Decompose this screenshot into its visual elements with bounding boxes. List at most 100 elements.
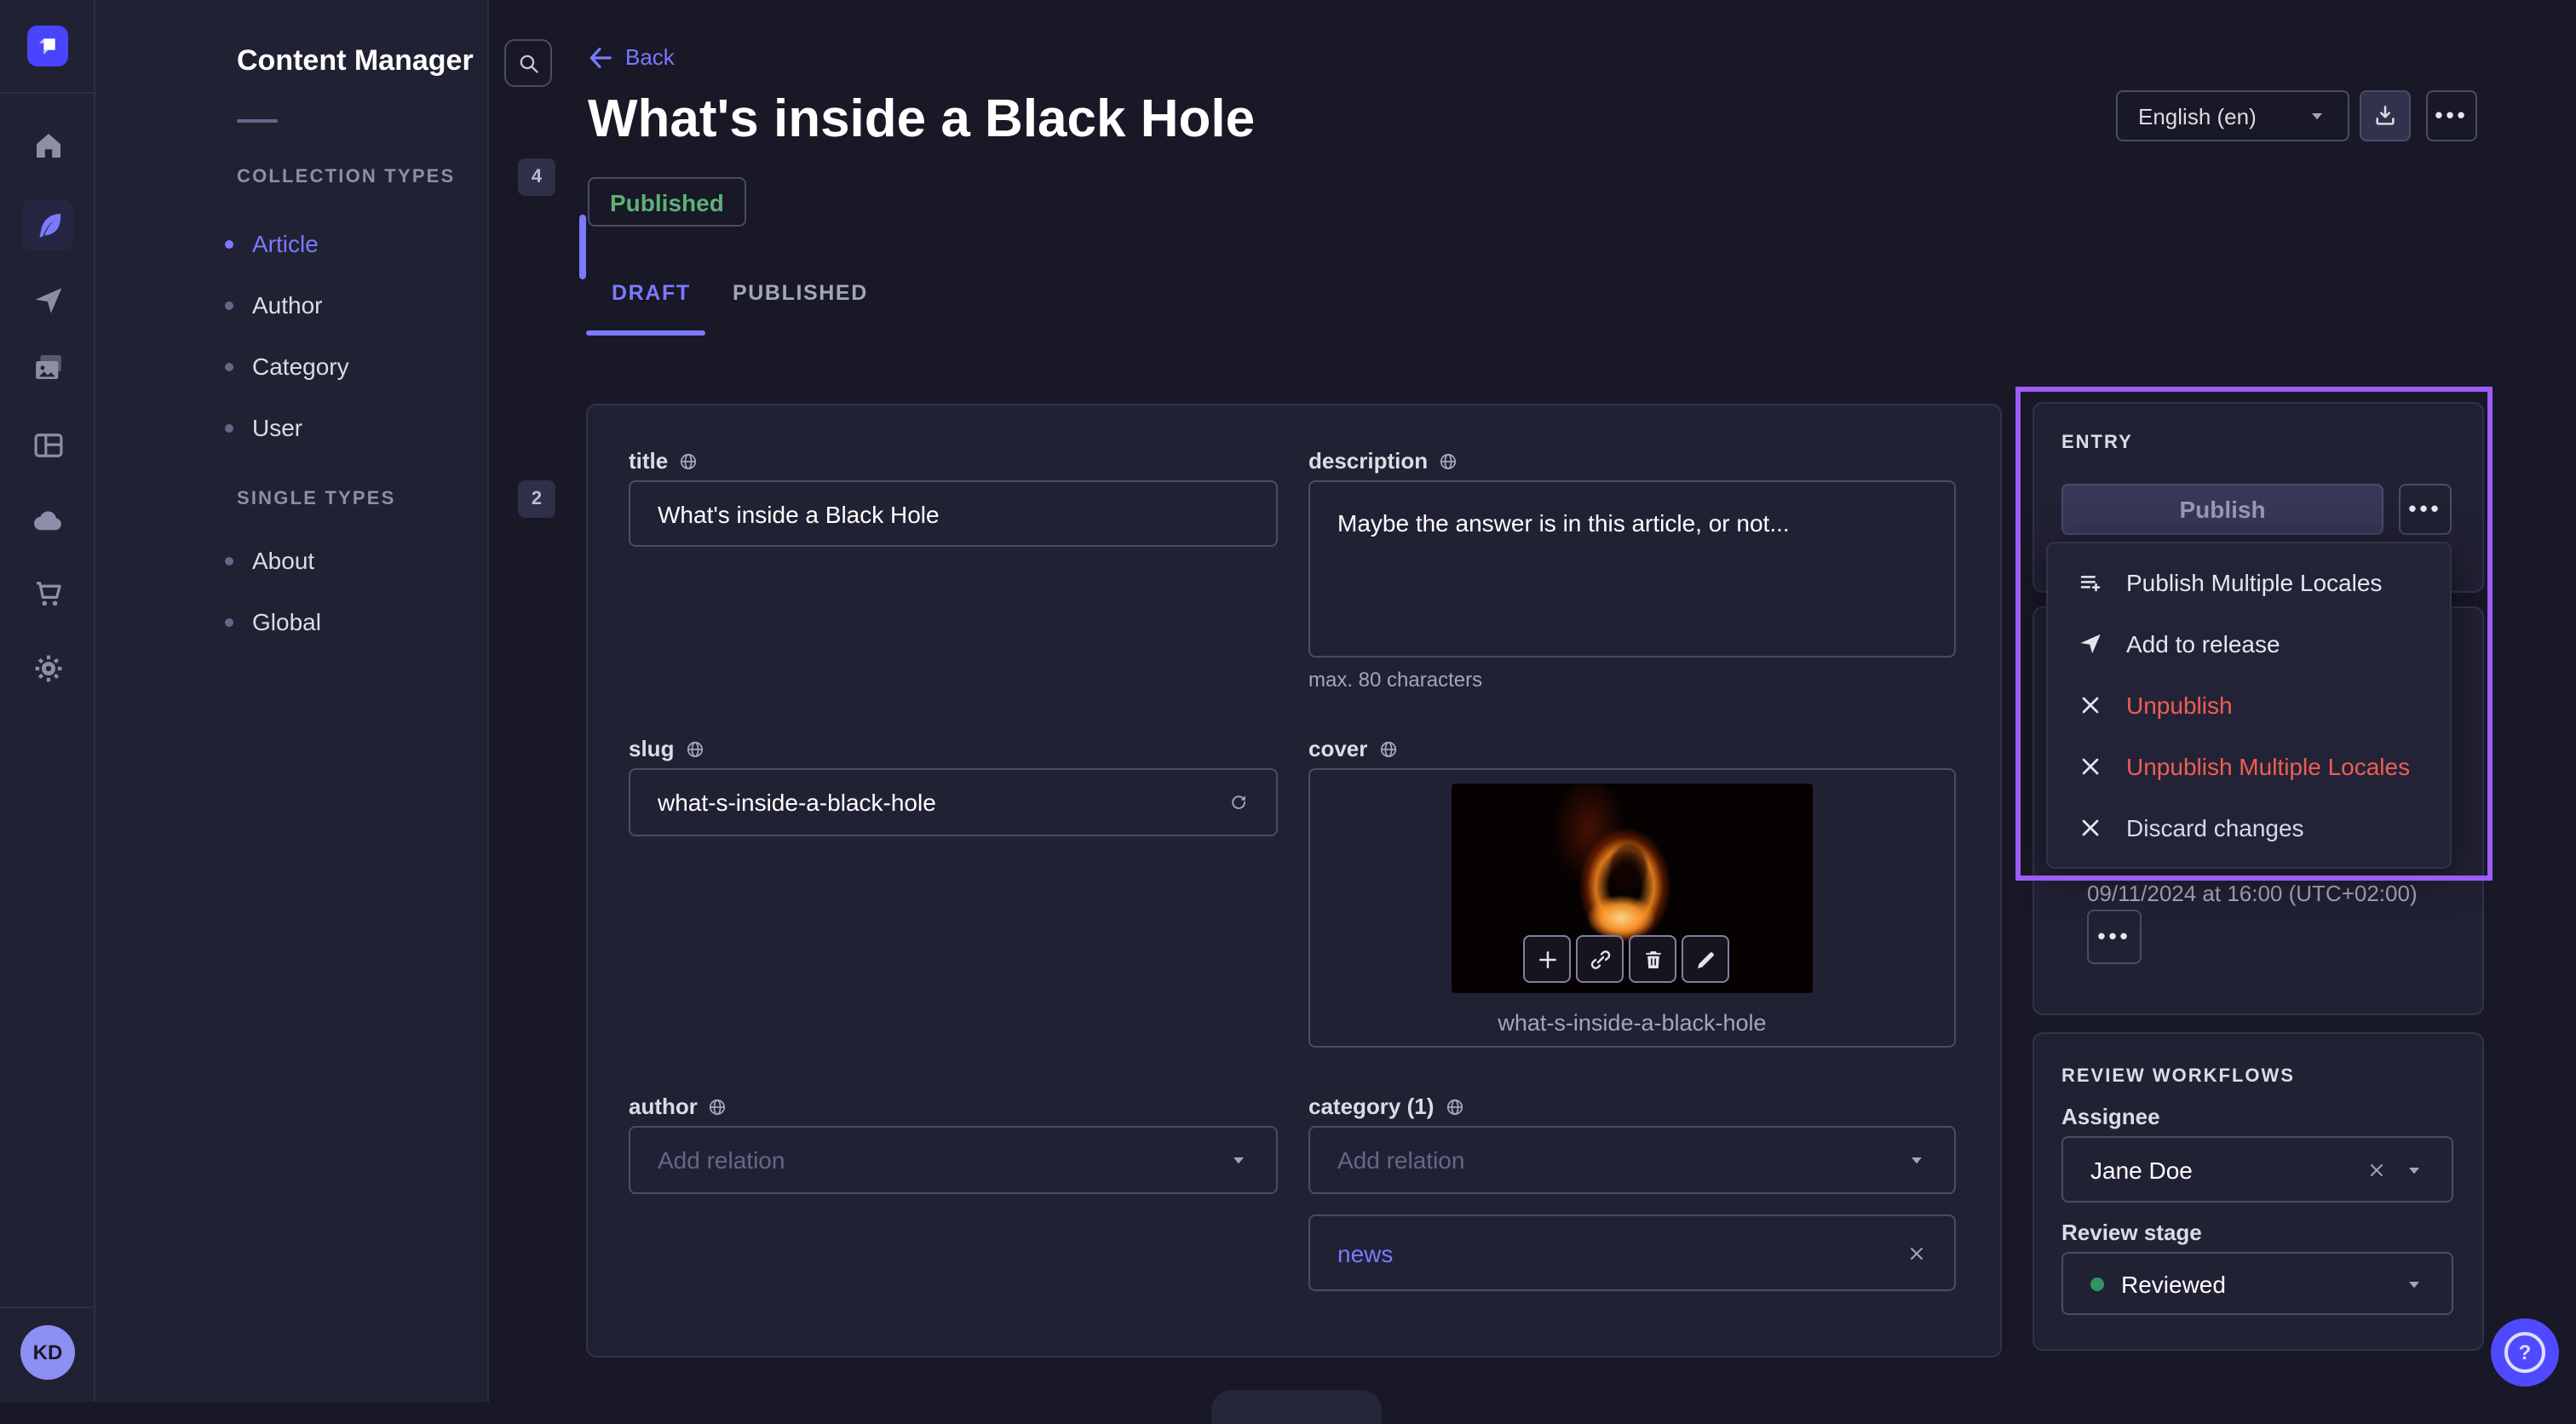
bottom-pill [1211, 1390, 1382, 1424]
sidebar-item-label: Category [252, 353, 349, 380]
download-icon [2372, 102, 2399, 129]
tab-draft[interactable]: DRAFT [612, 276, 691, 310]
menu-item-publish-multiple-locales[interactable]: Publish Multiple Locales [2048, 552, 2450, 613]
category-relation-select[interactable]: Add relation [1308, 1126, 1956, 1194]
information-more-button[interactable]: ••• [2087, 910, 2142, 964]
description-textarea[interactable]: Maybe the answer is in this article, or … [1308, 480, 1956, 657]
stage-status-dot [2090, 1277, 2104, 1290]
cover-field-label: cover [1308, 736, 1398, 761]
copy-link-button[interactable] [1576, 935, 1624, 983]
media-library-icon[interactable] [0, 337, 95, 395]
cover-filename: what-s-inside-a-black-hole [1308, 1010, 1956, 1036]
cross-icon [2077, 753, 2104, 780]
globe-icon [678, 451, 699, 471]
avatar[interactable]: KD [20, 1325, 75, 1380]
category-relation-item: news [1308, 1214, 1956, 1291]
sidebar-item-user[interactable]: User [225, 407, 566, 448]
review-stage-select[interactable]: Reviewed [2061, 1252, 2453, 1315]
status-badge: Published [588, 177, 746, 227]
add-media-button[interactable] [1523, 935, 1571, 983]
marketplace-cart-icon[interactable] [0, 564, 95, 622]
home-icon[interactable] [0, 116, 95, 174]
strapi-logo-icon[interactable] [27, 26, 68, 66]
pencil-icon [1693, 946, 1718, 972]
rail-bottom-divider [0, 1306, 95, 1308]
sidebar-item-category[interactable]: Category [225, 346, 566, 387]
active-tab-underline [586, 330, 705, 336]
author-relation-select[interactable]: Add relation [629, 1126, 1278, 1194]
sidebar-item-label: Global [252, 608, 321, 635]
description-field-label: description [1308, 448, 1458, 474]
delete-media-button[interactable] [1629, 935, 1676, 983]
menu-item-unpublish-multiple-locales[interactable]: Unpublish Multiple Locales [2048, 736, 2450, 797]
sidebar-item-label: Author [252, 291, 323, 319]
sidebar-item-author[interactable]: Author [225, 284, 566, 325]
header-more-button[interactable]: ••• [2426, 90, 2477, 141]
remove-relation-icon[interactable] [1906, 1243, 1927, 1263]
back-link[interactable]: Back [588, 44, 675, 70]
clear-assignee-icon[interactable] [2366, 1159, 2387, 1180]
more-horizontal-icon: ••• [2435, 107, 2468, 124]
search-button[interactable] [504, 39, 552, 87]
globe-icon [1438, 451, 1458, 471]
bullet-icon [225, 423, 233, 432]
relation-link[interactable]: news [1337, 1239, 1393, 1266]
entry-heading: ENTRY [2061, 433, 2133, 453]
menu-item-discard-changes[interactable]: Discard changes [2048, 797, 2450, 858]
entry-actions-menu: Publish Multiple Locales Add to release … [2046, 542, 2452, 869]
question-mark-icon: ? [2504, 1332, 2545, 1373]
releases-paper-plane-icon[interactable] [0, 271, 95, 329]
edit-media-button[interactable] [1682, 935, 1729, 983]
sidebar-item-label: User [252, 414, 302, 441]
export-button[interactable] [2360, 90, 2411, 141]
chevron-down-icon [1906, 1150, 1927, 1170]
tab-published[interactable]: PUBLISHED [733, 276, 868, 310]
menu-item-unpublish[interactable]: Unpublish [2048, 675, 2450, 736]
regenerate-slug-icon[interactable] [1228, 792, 1249, 812]
sidebar-item-article[interactable]: Article [225, 223, 566, 264]
rail-divider [0, 92, 95, 94]
collection-types-count-badge: 4 [518, 158, 555, 196]
entry-more-button[interactable]: ••• [2399, 484, 2452, 535]
sidebar-item-about[interactable]: About [225, 540, 566, 581]
sidebar-item-label: Article [252, 230, 319, 257]
sidebar: Content Manager COLLECTION TYPES 4 Artic… [95, 0, 489, 1402]
sidebar-scrollbar[interactable] [579, 215, 586, 279]
menu-item-add-to-release[interactable]: Add to release [2048, 613, 2450, 675]
review-workflows-heading: REVIEW WORKFLOWS [2061, 1066, 2295, 1087]
cloud-icon[interactable] [0, 491, 95, 548]
category-field-label: category (1) [1308, 1094, 1464, 1119]
assignee-combobox[interactable]: Jane Doe [2061, 1136, 2453, 1203]
content-type-builder-icon[interactable] [0, 416, 95, 474]
search-icon [515, 50, 541, 76]
locale-select[interactable]: English (en) [2116, 90, 2349, 141]
link-icon [1587, 946, 1613, 972]
review-workflows-panel: REVIEW WORKFLOWS Assignee Jane Doe Revie… [2033, 1032, 2484, 1351]
slug-field-label: slug [629, 736, 704, 761]
settings-gear-icon[interactable] [0, 639, 95, 697]
cross-icon [2077, 814, 2104, 841]
sidebar-title: Content Manager [237, 44, 474, 78]
bullet-icon [225, 239, 233, 248]
bullet-icon [225, 301, 233, 309]
chevron-down-icon [2404, 1159, 2424, 1180]
sidebar-item-label: About [252, 547, 314, 574]
author-field-label: author [629, 1094, 728, 1119]
published-date-text: 09/11/2024 at 16:00 (UTC+02:00) [2087, 881, 2418, 906]
bullet-icon [225, 617, 233, 626]
plus-icon [1534, 946, 1560, 972]
app-window: KD Content Manager COLLECTION TYPES 4 Ar… [0, 0, 2576, 1402]
content-manager-feather-icon[interactable] [0, 196, 95, 254]
title-field-label: title [629, 448, 699, 474]
sidebar-divider [237, 119, 278, 123]
sidebar-item-global[interactable]: Global [225, 601, 566, 642]
single-types-heading: SINGLE TYPES [237, 489, 396, 509]
publish-button[interactable]: Publish [2061, 484, 2383, 535]
page-title: What's inside a Black Hole [588, 89, 1255, 150]
arrow-left-icon [588, 45, 612, 69]
cross-icon [2077, 692, 2104, 719]
assignee-label: Assignee [2061, 1104, 2160, 1129]
help-button[interactable]: ? [2491, 1318, 2559, 1387]
slug-input[interactable]: what-s-inside-a-black-hole [629, 768, 1278, 836]
title-input[interactable]: What's inside a Black Hole [629, 480, 1278, 547]
